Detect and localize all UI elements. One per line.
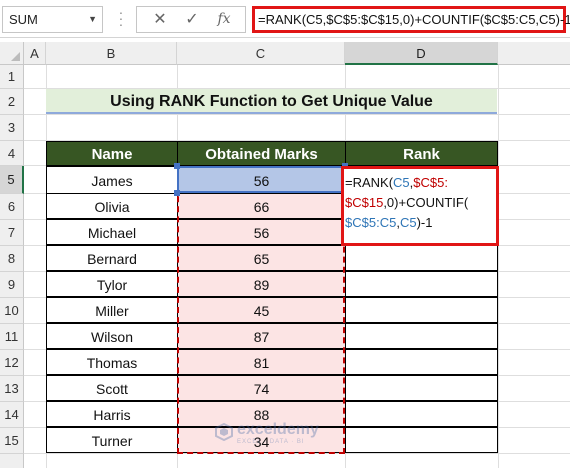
- row-header-13[interactable]: 13: [0, 376, 24, 402]
- watermark: exceldemy EXCEL · DATA · BI: [215, 421, 365, 451]
- range-handle[interactable]: [174, 163, 180, 169]
- formula-part: )-1: [416, 215, 433, 230]
- chevron-down-icon[interactable]: ▼: [88, 7, 97, 32]
- cell-edit-formula[interactable]: =RANK(C5,$C$5: $C$15,0)+COUNTIF( $C$5:C5…: [341, 166, 499, 246]
- row-header-6[interactable]: 6: [0, 194, 24, 220]
- formula-bar: SUM ▼ · · · ✕ ✓ fx =RANK(C5,$C$5:$C$15,0)+…: [0, 0, 570, 38]
- row-header-16[interactable]: [0, 454, 24, 468]
- cell-name[interactable]: Bernard: [46, 245, 178, 271]
- formula-ref: $C$15: [345, 195, 384, 210]
- name-box[interactable]: SUM ▼: [2, 6, 103, 33]
- column-header-e[interactable]: [498, 42, 570, 65]
- gridline: [24, 114, 570, 115]
- formula-ref: $C$5:C5: [345, 215, 397, 230]
- cell-name[interactable]: Turner: [46, 427, 178, 453]
- row-header-10[interactable]: 10: [0, 298, 24, 324]
- sheet-title[interactable]: Using RANK Function to Get Unique Value: [46, 89, 497, 114]
- cell-name[interactable]: Scott: [46, 375, 178, 401]
- row-header-7[interactable]: 7: [0, 220, 24, 246]
- row-header-11[interactable]: 11: [0, 324, 24, 350]
- close-icon[interactable]: ✕: [145, 7, 175, 32]
- row-header-5[interactable]: 5: [0, 166, 24, 194]
- row-header-2[interactable]: 2: [0, 89, 24, 115]
- formula-part: =RANK(: [345, 175, 394, 190]
- cell-rank[interactable]: [345, 271, 498, 297]
- range-highlight-c5: [177, 166, 345, 193]
- cell-name[interactable]: Michael: [46, 219, 178, 245]
- formula-ref: C5: [393, 175, 410, 190]
- cell-name[interactable]: Miller: [46, 297, 178, 323]
- cell-rank[interactable]: [345, 297, 498, 323]
- watermark-tagline: EXCEL · DATA · BI: [237, 439, 305, 445]
- header-obtained-marks[interactable]: Obtained Marks: [177, 141, 346, 166]
- exceldemy-logo-icon: [215, 423, 233, 441]
- gridline: [498, 65, 499, 468]
- formula-ref: $C$5:: [413, 175, 448, 190]
- row-header-15[interactable]: 15: [0, 428, 24, 454]
- header-rank[interactable]: Rank: [345, 141, 498, 166]
- drag-handle-icon[interactable]: · · ·: [115, 5, 127, 31]
- cell-name[interactable]: Tylor: [46, 271, 178, 297]
- formula-input[interactable]: =RANK(C5,$C$5:$C$15,0)+COUNTIF($C$5:C5,C…: [252, 6, 570, 33]
- range-highlight-c5-c15: [177, 166, 345, 454]
- cell-name[interactable]: Harris: [46, 401, 178, 427]
- cell-name[interactable]: Thomas: [46, 349, 178, 375]
- watermark-name: exceldemy: [237, 421, 319, 438]
- formula-ref: C5: [399, 215, 417, 230]
- select-all-corner[interactable]: [0, 42, 24, 65]
- row-header-14[interactable]: 14: [0, 402, 24, 428]
- range-handle[interactable]: [174, 190, 180, 196]
- row-header-3[interactable]: 3: [0, 115, 24, 141]
- row-header-8[interactable]: 8: [0, 246, 24, 272]
- row-header-12[interactable]: 12: [0, 350, 24, 376]
- header-name[interactable]: Name: [46, 141, 178, 166]
- formula-buttons: ✕ ✓ fx: [136, 6, 246, 33]
- column-header-c[interactable]: C: [177, 42, 345, 65]
- column-header-d[interactable]: D: [345, 42, 498, 65]
- column-header-b[interactable]: B: [46, 42, 177, 65]
- cell-rank[interactable]: [345, 349, 498, 375]
- cell-name[interactable]: Wilson: [46, 323, 178, 349]
- formula-part: ,0)+COUNTIF(: [383, 195, 469, 210]
- row-header-9[interactable]: 9: [0, 272, 24, 298]
- column-header-a[interactable]: A: [24, 42, 46, 65]
- cell-rank[interactable]: [345, 375, 498, 401]
- cell-rank[interactable]: [345, 401, 498, 427]
- cell-rank[interactable]: [345, 323, 498, 349]
- fx-icon[interactable]: fx: [209, 7, 239, 32]
- cell-rank[interactable]: [345, 427, 498, 453]
- check-icon[interactable]: ✓: [177, 7, 207, 32]
- cell-name[interactable]: Olivia: [46, 193, 178, 219]
- cell-rank[interactable]: [345, 245, 498, 271]
- cell-name[interactable]: James: [46, 166, 178, 194]
- row-header-1[interactable]: 1: [0, 65, 24, 89]
- name-box-value: SUM: [9, 12, 38, 27]
- row-header-4[interactable]: 4: [0, 141, 24, 166]
